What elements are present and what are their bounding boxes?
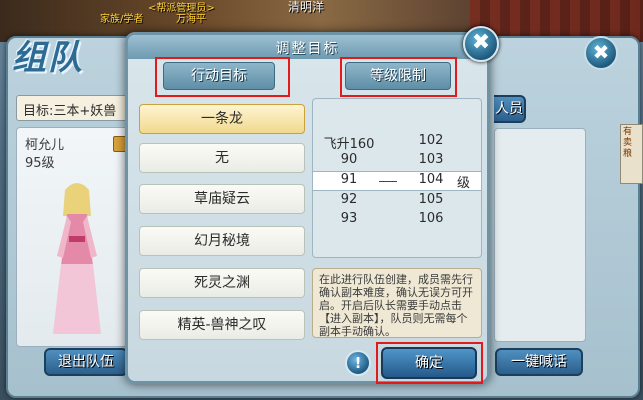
goal-list: 一条龙 无 草庙疑云 幻月秘境 死灵之渊 精英-兽神之叹 (139, 98, 307, 340)
player-name-tag-center: 万海平 (176, 14, 206, 25)
goal-item-none[interactable]: 无 (139, 143, 305, 173)
leave-team-button[interactable]: 退出队伍 (44, 348, 128, 376)
level-limit-picker[interactable]: 飞升160 102 90 103 91 104 级 92 105 93 106 (312, 98, 482, 258)
member-card[interactable]: 柯允儿 95级 (16, 127, 128, 347)
level-min: 飞升160 (323, 137, 375, 152)
goal-item-huanyue[interactable]: 幻月秘境 (139, 226, 305, 256)
team-panel-close-icon[interactable]: ✖ (584, 36, 618, 70)
quick-shout-button[interactable]: 一键喊话 (495, 348, 583, 376)
team-target-bar[interactable]: 目标:三本+妖兽 (16, 95, 134, 121)
level-min: 93 (340, 211, 358, 226)
player-name-tag-right: 清明洋 (288, 0, 325, 14)
goal-item-siling[interactable]: 死灵之渊 (139, 268, 305, 298)
level-row[interactable]: 飞升160 102 (313, 133, 481, 153)
member-tab-button[interactable]: 人员 (494, 95, 526, 123)
rules-info-text: 在此进行队伍创建，成员需先行确认副本难度，确认无误方可开启。开启后队长需要手动点… (312, 268, 482, 338)
dialog-close-icon[interactable]: ✖ (463, 26, 499, 62)
team-logo: 组队 (12, 38, 84, 78)
level-max: 106 (418, 211, 444, 226)
level-row[interactable]: 92 105 (313, 192, 481, 212)
level-min: 92 (340, 192, 358, 207)
dialog-title: 调整目标 (275, 41, 340, 57)
dialog-titlebar: 调整目标 (128, 35, 487, 59)
level-row[interactable]: 90 103 (313, 152, 481, 172)
member-name: 柯允儿 (25, 138, 65, 153)
highlight-box-goal (155, 57, 290, 97)
player-name-tag-left: 家族/学者 (100, 14, 144, 25)
member-slot-right (494, 128, 586, 342)
character-avatar (53, 183, 101, 334)
level-max: 105 (418, 192, 444, 207)
level-row[interactable]: 93 106 (313, 211, 481, 231)
goal-item-yitiaolong[interactable]: 一条龙 (139, 104, 305, 134)
side-message-strip: 有卖粮 (620, 124, 643, 184)
goal-item-caomiao[interactable]: 草庙疑云 (139, 184, 305, 214)
level-max: 104 (418, 172, 444, 187)
level-max: 102 (418, 133, 444, 148)
range-dash (379, 181, 397, 182)
level-min: 90 (340, 152, 358, 167)
goal-item-jingying[interactable]: 精英-兽神之叹 (139, 310, 305, 340)
level-max: 103 (418, 152, 444, 167)
highlight-box-level (340, 57, 457, 97)
info-icon[interactable]: ! (345, 350, 371, 376)
level-unit: 级 (457, 176, 471, 191)
level-row-selected[interactable]: 91 104 级 (313, 171, 481, 191)
member-level: 95级 (25, 156, 55, 171)
highlight-box-confirm (376, 342, 483, 384)
level-min: 91 (340, 172, 358, 187)
